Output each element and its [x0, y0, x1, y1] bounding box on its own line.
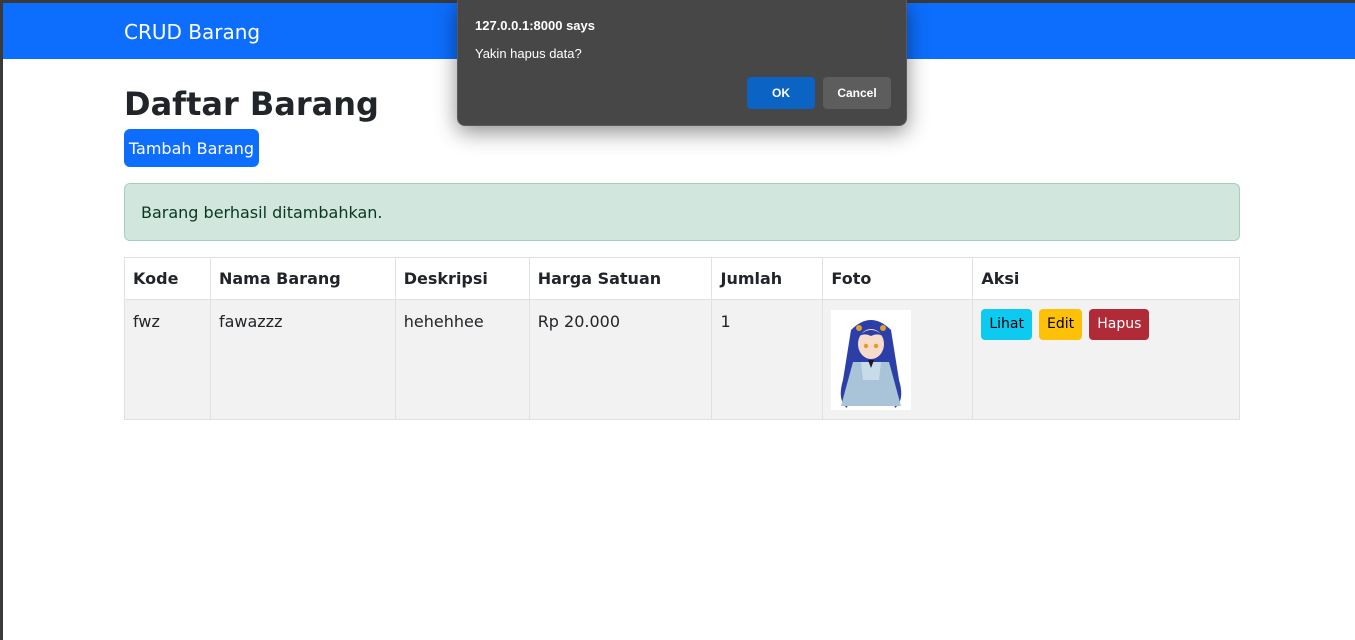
ok-button[interactable]: OK	[747, 77, 815, 109]
item-photo	[831, 310, 912, 410]
cell-jumlah: 1	[711, 299, 824, 420]
column-header-nama: Nama Barang	[209, 257, 396, 300]
column-header-deskripsi: Deskripsi	[394, 257, 530, 300]
confirm-dialog: 127.0.0.1:8000 says Yakin hapus data? OK…	[457, 0, 907, 126]
cell-aksi: Lihat Edit Hapus	[972, 299, 1240, 420]
dialog-message: Yakin hapus data?	[475, 46, 582, 61]
column-header-foto: Foto	[822, 257, 974, 300]
cell-harga: Rp 20.000	[528, 299, 713, 420]
items-table: Kode Nama Barang Deskripsi Harga Satuan …	[124, 257, 1240, 420]
navbar-brand[interactable]: CRUD Barang	[124, 20, 260, 44]
table-header-row: Kode Nama Barang Deskripsi Harga Satuan …	[124, 257, 1240, 300]
view-button[interactable]: Lihat	[981, 309, 1032, 340]
page-title: Daftar Barang	[124, 85, 379, 123]
dialog-title: 127.0.0.1:8000 says	[475, 18, 595, 33]
add-item-button[interactable]: Tambah Barang	[124, 129, 259, 167]
cell-deskripsi: hehehhee	[394, 299, 530, 420]
cancel-button[interactable]: Cancel	[823, 77, 891, 109]
cell-nama: fawazzz	[209, 299, 396, 420]
column-header-aksi: Aksi	[972, 257, 1240, 300]
delete-button[interactable]: Hapus	[1089, 309, 1150, 340]
cell-foto	[822, 299, 974, 420]
success-alert: Barang berhasil ditambahkan.	[124, 183, 1240, 241]
cell-kode: fwz	[124, 299, 211, 420]
edit-button[interactable]: Edit	[1039, 309, 1083, 340]
column-header-jumlah: Jumlah	[711, 257, 824, 300]
table-row: fwz fawazzz hehehhee Rp 20.000 1 Lihat E…	[124, 299, 1240, 420]
column-header-kode: Kode	[124, 257, 211, 300]
column-header-harga: Harga Satuan	[528, 257, 713, 300]
